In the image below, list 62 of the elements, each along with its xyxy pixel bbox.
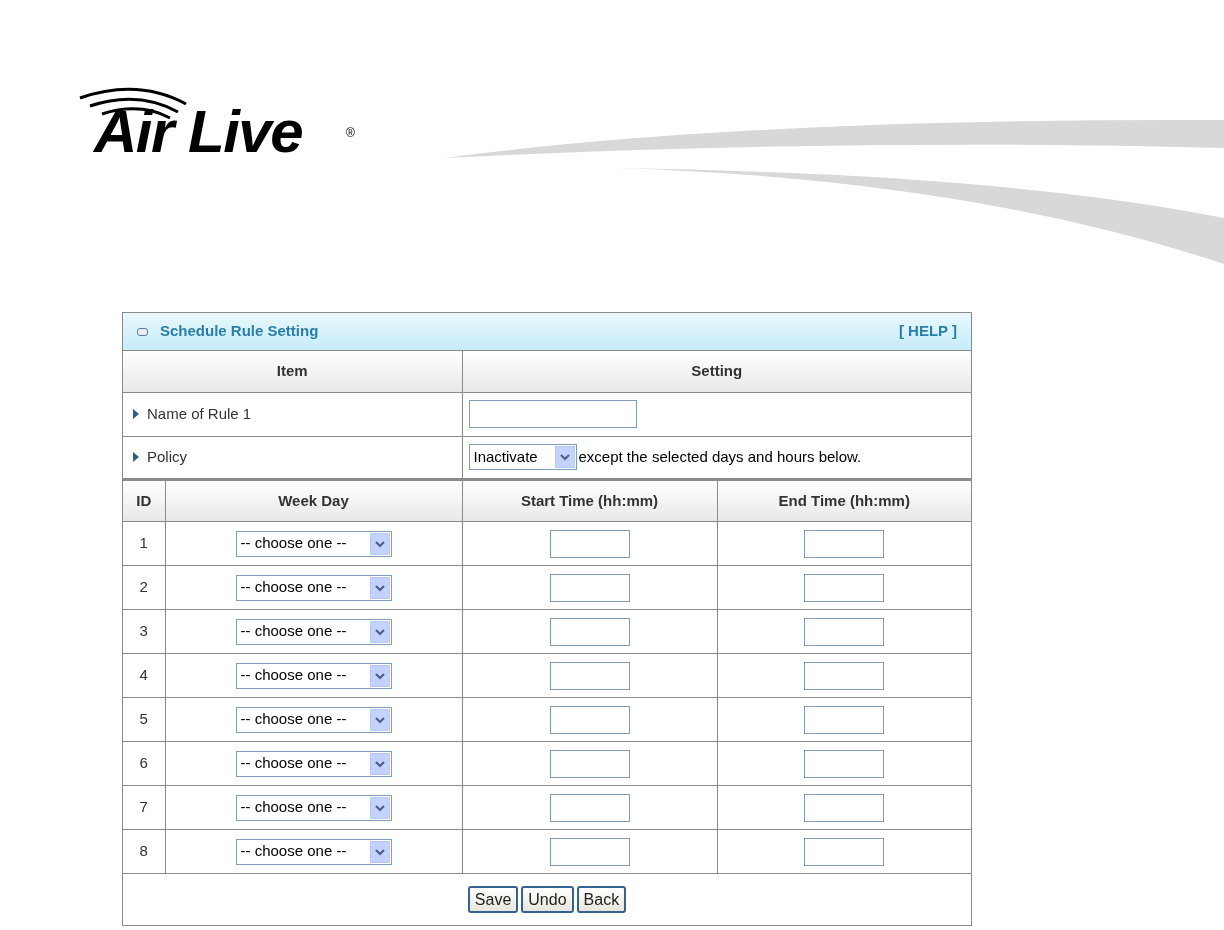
registered-mark: ® <box>346 125 355 142</box>
text-field[interactable] <box>804 529 885 558</box>
dropdown[interactable]: -- choose one -- <box>235 750 392 777</box>
column-header: Start Time (hh:mm) <box>462 479 717 522</box>
dropdown[interactable]: -- choose one -- <box>235 838 392 865</box>
dropdown[interactable]: -- choose one -- <box>235 794 392 821</box>
dropdown[interactable]: -- choose one -- <box>235 618 392 645</box>
id-cell: 3 <box>123 609 165 654</box>
text-field[interactable] <box>549 837 630 866</box>
policy-note: except the selected days and hours below. <box>578 446 862 467</box>
chevron-down-icon <box>369 576 390 599</box>
text-field[interactable] <box>804 793 885 822</box>
row-label: Policy <box>133 445 187 469</box>
text-field[interactable] <box>549 617 630 646</box>
chevron-down-icon <box>554 446 575 468</box>
bullet-icon <box>137 327 148 336</box>
chevron-down-icon <box>369 620 390 643</box>
logo-text: Air Live <box>94 102 303 162</box>
text-field[interactable] <box>549 529 630 558</box>
chevron-down-icon <box>369 796 390 819</box>
text-field[interactable] <box>804 837 885 866</box>
id-cell: 4 <box>123 653 165 698</box>
chevron-down-icon <box>369 840 390 863</box>
dropdown[interactable]: -- choose one -- <box>235 662 392 689</box>
form-button[interactable]: Undo <box>521 886 574 913</box>
text-field[interactable] <box>804 705 885 734</box>
dropdown[interactable]: -- choose one -- <box>235 706 392 733</box>
help-link[interactable]: [ HELP ] <box>898 320 957 343</box>
text-field[interactable] <box>549 749 630 778</box>
id-cell: 5 <box>123 697 165 742</box>
form-button[interactable]: Save <box>467 886 519 913</box>
form-button[interactable]: Back <box>576 886 627 913</box>
column-header: End Time (hh:mm) <box>717 479 971 522</box>
panel-title: Schedule Rule Setting <box>160 321 319 342</box>
row-label: Name of Rule 1 <box>133 402 252 426</box>
column-header: Week Day <box>165 479 462 522</box>
text-field[interactable] <box>804 617 885 646</box>
chevron-down-icon <box>369 708 390 731</box>
text-field[interactable] <box>549 793 630 822</box>
text-field[interactable] <box>804 661 885 690</box>
text-field[interactable] <box>804 749 885 778</box>
chevron-down-icon <box>369 752 390 775</box>
id-cell: 1 <box>123 521 165 566</box>
column-header: Setting <box>462 351 971 392</box>
dropdown[interactable]: -- choose one -- <box>235 530 392 557</box>
text-field[interactable] <box>549 705 630 734</box>
text-field[interactable] <box>549 661 630 690</box>
id-cell: 7 <box>123 785 165 830</box>
id-cell: 6 <box>123 741 165 786</box>
text-field[interactable] <box>468 400 637 428</box>
text-field[interactable] <box>804 573 885 602</box>
id-cell: 2 <box>123 565 165 610</box>
dropdown[interactable]: Inactivate <box>468 444 577 470</box>
caret-right-icon <box>133 451 139 462</box>
column-header: Item <box>123 351 462 392</box>
text-field[interactable] <box>549 573 630 602</box>
chevron-down-icon <box>369 532 390 555</box>
id-cell: 8 <box>123 829 165 874</box>
column-header: ID <box>123 479 165 522</box>
chevron-down-icon <box>369 664 390 687</box>
caret-right-icon <box>133 408 139 419</box>
dropdown[interactable]: -- choose one -- <box>235 574 392 601</box>
